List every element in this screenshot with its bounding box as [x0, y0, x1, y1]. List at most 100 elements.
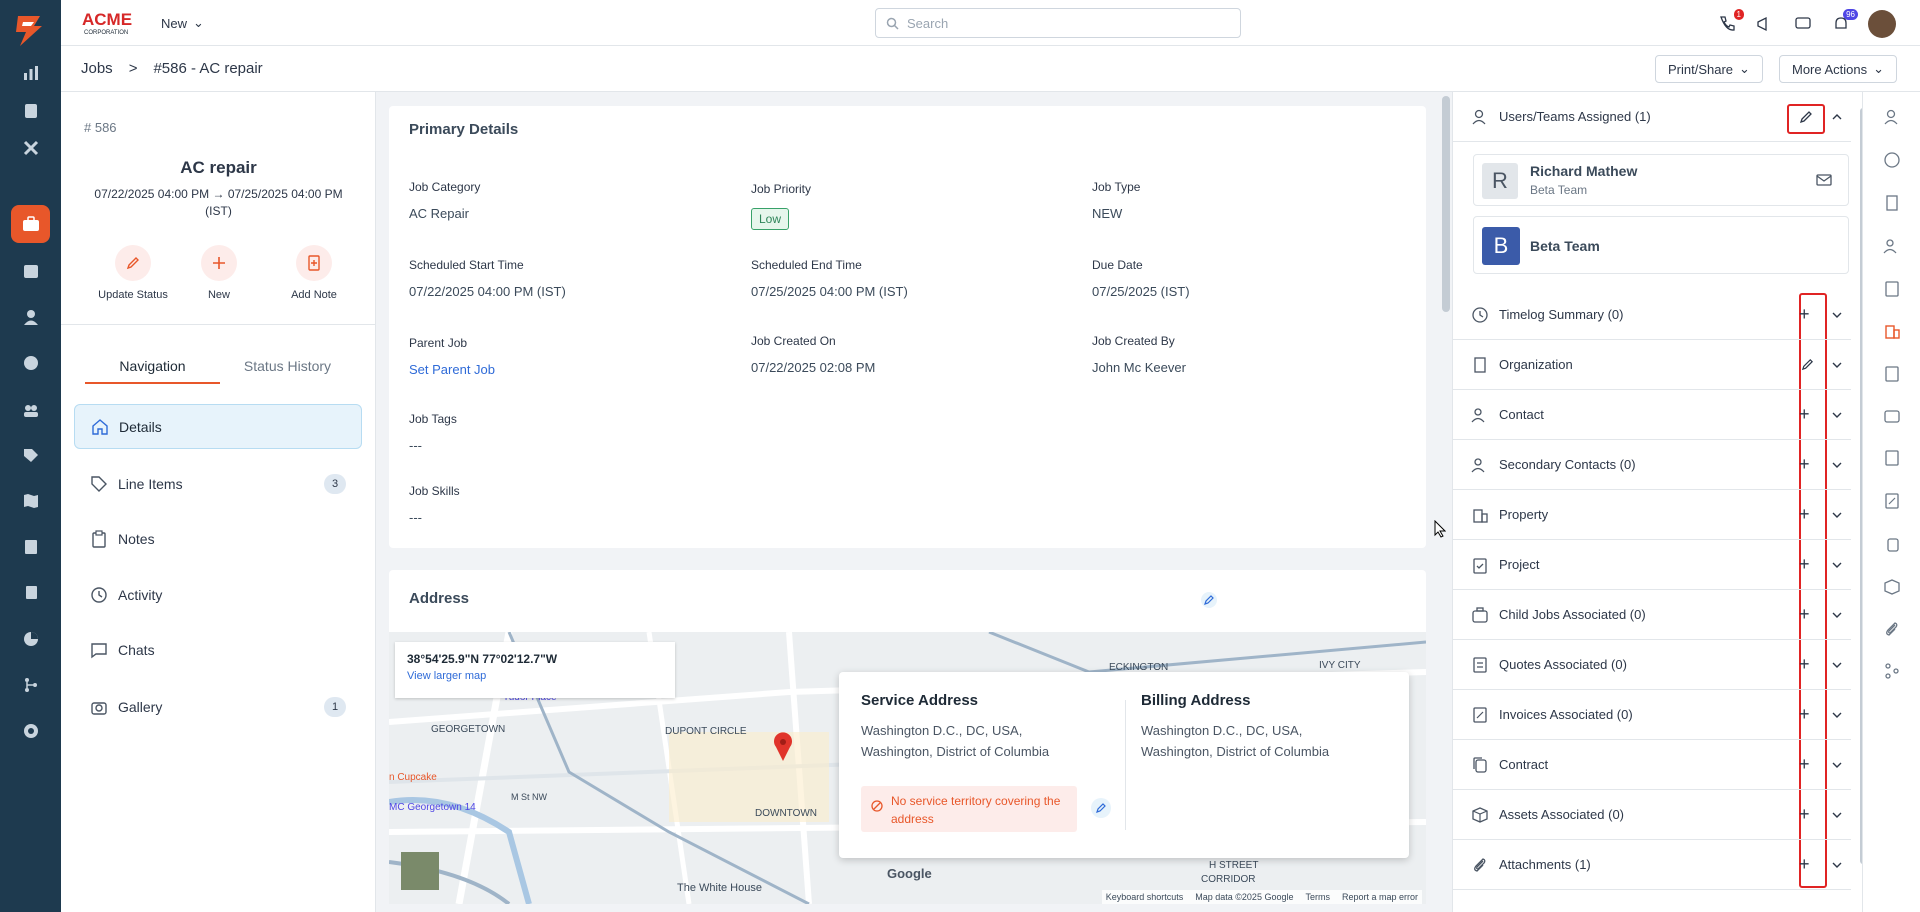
copy-icon[interactable] [1883, 535, 1901, 553]
map-icon[interactable] [20, 490, 42, 512]
property-section[interactable]: Property + [1453, 490, 1851, 540]
user-settings-icon[interactable] [1883, 108, 1901, 126]
jobs-icon[interactable] [11, 205, 50, 243]
clock-icon[interactable] [20, 352, 42, 374]
chevron-down-icon[interactable] [1831, 859, 1843, 871]
nav-item-line-items[interactable]: Line Items 3 [74, 461, 362, 506]
tools-icon[interactable] [20, 137, 42, 159]
quote-icon[interactable] [1883, 449, 1901, 467]
tab-status-history[interactable]: Status History [220, 354, 355, 384]
print-share-button[interactable]: Print/Share ⌄ [1655, 55, 1763, 83]
add-property-button[interactable]: + [1799, 504, 1810, 525]
users-icon[interactable] [1883, 237, 1901, 255]
chevron-down-icon[interactable] [1831, 809, 1843, 821]
add-note-button[interactable]: Add Note [266, 245, 362, 301]
nav-item-gallery[interactable]: Gallery 1 [74, 684, 362, 729]
contact-card-icon[interactable] [1883, 280, 1901, 298]
nav-item-details[interactable]: Details [74, 404, 362, 449]
center-scrollbar[interactable] [1442, 96, 1450, 312]
edit-address-icon[interactable] [1201, 592, 1217, 608]
calendar-icon[interactable] [20, 260, 42, 282]
address-map[interactable]: Tudor Place GEORGETOWN DUPONT CIRCLE DOW… [389, 632, 1426, 904]
building-icon[interactable] [1883, 194, 1901, 212]
app-logo-icon[interactable] [14, 14, 44, 48]
tab-navigation[interactable]: Navigation [85, 354, 220, 384]
clock-icon[interactable] [1883, 151, 1901, 169]
invoice-icon[interactable] [20, 536, 42, 558]
acme-logo[interactable]: ACMECORPORATION [81, 8, 143, 36]
chevron-down-icon[interactable] [1831, 409, 1843, 421]
add-quote-button[interactable]: + [1799, 654, 1810, 675]
timelog-summary-section[interactable]: Timelog Summary (0) + [1453, 290, 1851, 340]
property-icon[interactable] [1883, 322, 1901, 340]
chevron-down-icon[interactable] [1831, 559, 1843, 571]
bell-icon[interactable]: 96 [1830, 9, 1858, 35]
user-avatar[interactable] [1868, 10, 1896, 38]
more-actions-button[interactable]: More Actions ⌄ [1779, 55, 1898, 83]
new-dropdown[interactable]: New ⌄ [161, 15, 204, 31]
edit-organization-icon[interactable] [1801, 358, 1814, 371]
map-pin-icon[interactable] [773, 732, 793, 762]
set-parent-job-link[interactable]: Set Parent Job [409, 362, 709, 377]
phone-icon[interactable]: 1 [1716, 9, 1744, 35]
nav-item-chats[interactable]: Chats [74, 627, 362, 672]
chevron-down-icon[interactable] [1831, 659, 1843, 671]
new-action-button[interactable]: New [171, 245, 267, 301]
chevron-up-icon[interactable] [1831, 111, 1843, 123]
add-contact-button[interactable]: + [1799, 404, 1810, 425]
clipboard-check-icon[interactable] [1883, 364, 1901, 382]
invoices-section[interactable]: Invoices Associated (0) + [1453, 690, 1851, 740]
chevron-down-icon[interactable] [1831, 459, 1843, 471]
assigned-user-card[interactable]: R Richard Mathew Beta Team [1473, 154, 1849, 206]
dashboard-icon[interactable] [20, 62, 42, 84]
child-jobs-section[interactable]: Child Jobs Associated (0) + [1453, 590, 1851, 640]
chevron-down-icon[interactable] [1831, 609, 1843, 621]
team-icon[interactable] [20, 399, 42, 421]
tag-icon[interactable] [20, 445, 42, 467]
chevron-down-icon[interactable] [1831, 359, 1843, 371]
contract-section[interactable]: Contract + [1453, 740, 1851, 790]
add-timelog-button[interactable]: + [1799, 304, 1810, 325]
workflow-icon[interactable] [20, 674, 42, 696]
megaphone-icon[interactable] [1754, 13, 1776, 35]
chat-icon[interactable] [1792, 13, 1814, 35]
settings-icon[interactable] [20, 720, 42, 742]
secondary-contacts-section[interactable]: Secondary Contacts (0) + [1453, 440, 1851, 490]
add-secondary-contact-button[interactable]: + [1799, 454, 1810, 475]
chevron-down-icon[interactable] [1831, 509, 1843, 521]
terms-link[interactable]: Terms [1305, 892, 1330, 902]
contact-section[interactable]: Contact + [1453, 390, 1851, 440]
project-section[interactable]: Project + [1453, 540, 1851, 590]
breadcrumb-jobs-link[interactable]: Jobs [81, 60, 113, 77]
box-icon[interactable] [1883, 578, 1901, 596]
invoice-icon[interactable] [1883, 492, 1901, 510]
keyboard-shortcuts-link[interactable]: Keyboard shortcuts [1106, 892, 1184, 902]
view-larger-map-link[interactable]: View larger map [407, 670, 663, 682]
paperclip-icon[interactable] [1883, 620, 1901, 638]
add-child-job-button[interactable]: + [1799, 604, 1810, 625]
assigned-team-card[interactable]: B Beta Team [1473, 216, 1849, 274]
organization-section[interactable]: Organization [1453, 340, 1851, 390]
briefcase-icon[interactable] [1883, 406, 1901, 424]
add-contract-button[interactable]: + [1799, 754, 1810, 775]
add-project-button[interactable]: + [1799, 554, 1810, 575]
update-status-button[interactable]: Update Status [85, 245, 181, 301]
documents-icon[interactable] [20, 100, 42, 122]
chevron-down-icon[interactable] [1831, 709, 1843, 721]
nav-item-notes[interactable]: Notes [74, 516, 362, 561]
workflow-icon[interactable] [1883, 662, 1901, 680]
contacts-icon[interactable] [20, 306, 42, 328]
add-attachment-button[interactable]: + [1799, 854, 1810, 875]
reports-icon[interactable] [20, 628, 42, 650]
assets-section[interactable]: Assets Associated (0) + [1453, 790, 1851, 840]
search-input[interactable]: Search [875, 8, 1241, 38]
nav-item-activity[interactable]: Activity [74, 572, 362, 617]
add-asset-button[interactable]: + [1799, 804, 1810, 825]
chevron-down-icon[interactable] [1831, 759, 1843, 771]
add-invoice-button[interactable]: + [1799, 704, 1810, 725]
files-icon[interactable] [20, 582, 42, 604]
edit-territory-icon[interactable] [1091, 798, 1111, 818]
attachments-section[interactable]: Attachments (1) + [1453, 840, 1851, 890]
quotes-section[interactable]: Quotes Associated (0) + [1453, 640, 1851, 690]
chevron-down-icon[interactable] [1831, 309, 1843, 321]
